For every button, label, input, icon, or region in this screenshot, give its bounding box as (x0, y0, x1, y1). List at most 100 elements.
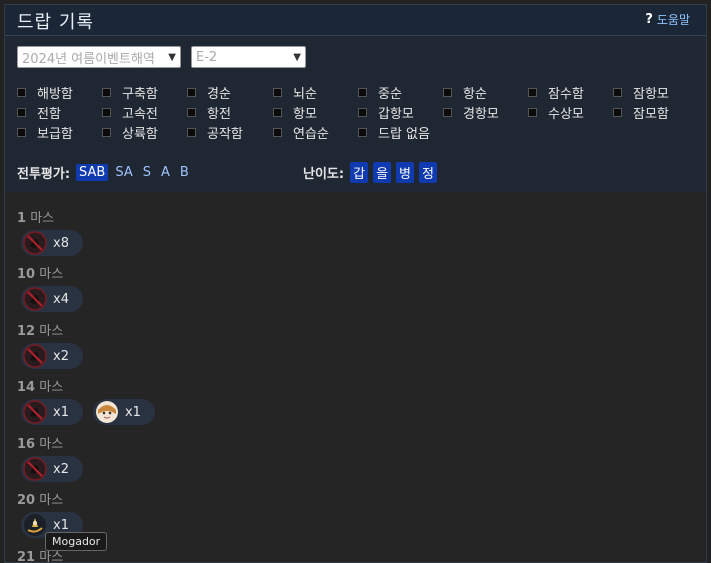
eval-option[interactable]: B (177, 164, 192, 181)
ship-type-label: 항모 (293, 106, 317, 122)
difficulty-option[interactable]: 갑 (350, 161, 369, 183)
checkbox[interactable] (187, 107, 196, 117)
filter-area: 2024년 여름이벤트해역 ▼ E-2 ▼ 해방함 구축함 경순 뇌순 중순 항순 잠수함 잠… (5, 36, 706, 192)
ship-type-label: 뇌순 (293, 86, 317, 102)
map-select[interactable]: E-2 ▼ (191, 46, 306, 68)
ship-type-filter[interactable]: 전함 (17, 102, 61, 122)
checkbox[interactable] (17, 107, 26, 117)
eval-option[interactable]: A (158, 164, 173, 181)
drop-count: x1 (124, 404, 141, 420)
node-number: 12 (17, 324, 36, 339)
ship-type-label: 수상모 (548, 106, 584, 122)
ship-type-label: 경순 (207, 86, 231, 102)
checkbox[interactable] (187, 127, 196, 137)
eval-option[interactable]: SAB (76, 163, 109, 181)
chevron-down-icon: ▼ (168, 51, 176, 63)
drop-chip[interactable]: x2 (21, 456, 83, 482)
checkbox[interactable] (17, 87, 26, 97)
ship-type-filter[interactable]: 잠모함 (613, 102, 669, 122)
checkbox[interactable] (273, 87, 282, 97)
eval-option[interactable]: SA (112, 164, 135, 181)
drop-row: x1 x1 (21, 399, 165, 425)
ship-type-filter[interactable]: 해방함 (17, 82, 73, 102)
checkbox[interactable] (17, 127, 26, 137)
page-title: 드랍 기록 (17, 12, 94, 33)
ship-type-filter[interactable]: 상륙함 (102, 122, 158, 142)
drop-chip[interactable]: x1 (21, 399, 83, 425)
help-link[interactable]: ? 도움말 (645, 11, 690, 28)
node-suffix: 마스 (39, 267, 64, 282)
ship-type-filter[interactable]: 수상모 (528, 102, 584, 122)
checkbox[interactable] (102, 87, 111, 97)
ship-type-filter[interactable]: 구축함 (102, 82, 158, 102)
drop-count: x1 (53, 404, 69, 420)
ship-type-filter[interactable]: 보급함 (17, 122, 73, 142)
ship-type-label: 항순 (463, 86, 487, 102)
checkbox[interactable] (102, 127, 111, 137)
ship-type-filter[interactable]: 항전 (187, 102, 231, 122)
checkbox[interactable] (613, 107, 622, 117)
node-number: 21 (17, 550, 36, 563)
checkbox[interactable] (358, 127, 367, 137)
drop-count: x2 (53, 348, 69, 364)
drop-count: x2 (53, 461, 69, 477)
panel-header: 드랍 기록 ? 도움말 (5, 5, 706, 36)
battle-eval-row: 전투평가: SAB SA S A B (17, 162, 196, 182)
difficulty-option[interactable]: 정 (419, 161, 437, 183)
ship-type-filter[interactable]: 중순 (358, 82, 402, 102)
ship-type-filter[interactable]: 갑항모 (358, 102, 414, 122)
ship-type-label: 갑항모 (378, 106, 414, 122)
ship-type-label: 잠수함 (548, 86, 584, 102)
checkbox[interactable] (528, 87, 537, 97)
ship-type-filter[interactable]: 드랍 없음 (358, 122, 430, 142)
ship-type-filter[interactable]: 잠수함 (528, 82, 584, 102)
node-suffix: 마스 (39, 493, 64, 508)
ship-type-label: 잠모함 (633, 106, 669, 122)
difficulty-option[interactable]: 병 (396, 161, 414, 183)
checkbox[interactable] (273, 107, 282, 117)
node-suffix: 마스 (30, 211, 55, 226)
drop-chip[interactable]: x8 (21, 230, 83, 256)
checkbox[interactable] (358, 107, 367, 117)
drop-chip[interactable]: x1 (92, 399, 155, 425)
mogador-icon (23, 513, 47, 537)
ship-type-label: 드랍 없음 (378, 126, 430, 142)
ship-type-filter[interactable]: 공작함 (187, 122, 243, 142)
drop-row: x2 (21, 456, 93, 482)
checkbox[interactable] (358, 87, 367, 97)
ship-type-label: 공작함 (207, 126, 243, 142)
drop-record-panel: 드랍 기록 ? 도움말 2024년 여름이벤트해역 ▼ E-2 ▼ 해방함 구축함… (4, 4, 707, 563)
ship-type-filter[interactable]: 경항모 (443, 102, 499, 122)
node-suffix: 마스 (39, 550, 64, 563)
eval-option[interactable]: S (140, 164, 154, 181)
event-select[interactable]: 2024년 여름이벤트해역 ▼ (17, 46, 181, 68)
checkbox[interactable] (443, 107, 452, 117)
node-number: 16 (17, 437, 36, 452)
ship-type-label: 잠항모 (633, 86, 669, 102)
checkbox[interactable] (273, 127, 282, 137)
ship-type-label: 해방함 (37, 86, 73, 102)
ship-type-filter[interactable]: 항순 (443, 82, 487, 102)
ship-type-filter[interactable]: 뇌순 (273, 82, 317, 102)
ship-type-filter[interactable]: 연습순 (273, 122, 329, 142)
difficulty-option[interactable]: 을 (373, 161, 392, 183)
checkbox[interactable] (187, 87, 196, 97)
ship-tooltip: Mogador (45, 532, 108, 551)
checkbox[interactable] (528, 107, 537, 117)
difficulty-label: 난이도: (303, 166, 345, 182)
drop-chip[interactable]: x2 (21, 343, 83, 369)
map-select-value: E-2 (196, 49, 218, 65)
ship-type-filter[interactable]: 고속전 (102, 102, 158, 122)
node-suffix: 마스 (39, 324, 64, 339)
drop-row: x4 (21, 286, 93, 312)
drop-chip[interactable]: x4 (21, 286, 83, 312)
ship-type-label: 전함 (37, 106, 61, 122)
checkbox[interactable] (102, 107, 111, 117)
no-drop-icon (23, 287, 47, 311)
ship-type-filter[interactable]: 항모 (273, 102, 317, 122)
ship-type-filter[interactable]: 잠항모 (613, 82, 669, 102)
checkbox[interactable] (613, 87, 622, 97)
ship-type-filter[interactable]: 경순 (187, 82, 231, 102)
no-drop-icon (23, 400, 47, 424)
checkbox[interactable] (443, 87, 452, 97)
